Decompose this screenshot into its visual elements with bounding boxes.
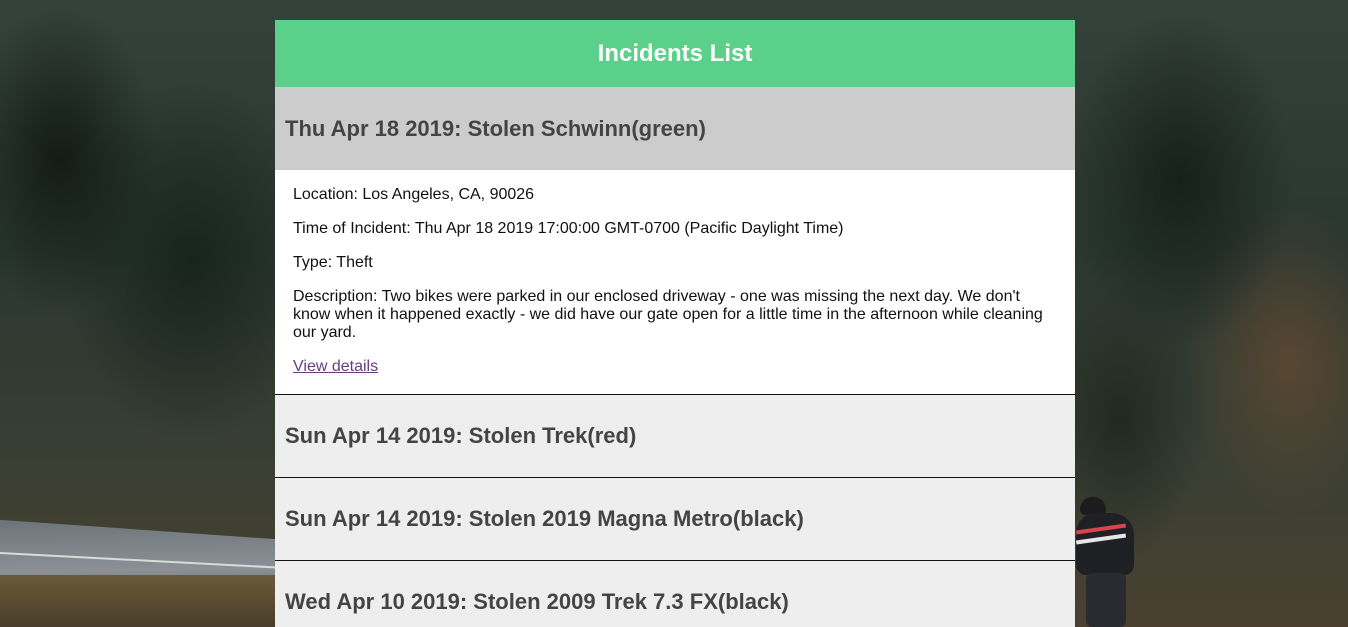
incident-header-2[interactable]: Sun Apr 14 2019: Stolen 2019 Magna Metro… xyxy=(275,477,1075,560)
incident-header-1[interactable]: Sun Apr 14 2019: Stolen Trek(red) xyxy=(275,394,1075,477)
grass-image-detail xyxy=(0,575,290,627)
cyclist-image-detail xyxy=(1075,495,1140,627)
incident-title: Wed Apr 10 2019: Stolen 2009 Trek 7.3 FX… xyxy=(285,589,789,614)
incidents-panel: Incidents List Thu Apr 18 2019: Stolen S… xyxy=(275,20,1075,627)
incident-details-0: Location: Los Angeles, CA, 90026 Time of… xyxy=(275,170,1075,394)
cyclist-torso xyxy=(1076,513,1134,575)
incident-type: Type: Theft xyxy=(293,254,373,271)
panel-header: Incidents List xyxy=(275,20,1075,87)
cyclist-legs xyxy=(1086,573,1126,627)
incident-header-3[interactable]: Wed Apr 10 2019: Stolen 2009 Trek 7.3 FX… xyxy=(275,560,1075,627)
view-details-link[interactable]: View details xyxy=(293,358,378,375)
incident-description: Description: Two bikes were parked in ou… xyxy=(293,288,1043,341)
incident-title: Thu Apr 18 2019: Stolen Schwinn(green) xyxy=(285,115,706,141)
incident-title: Sun Apr 14 2019: Stolen 2019 Magna Metro… xyxy=(285,506,804,531)
incident-time: Time of Incident: Thu Apr 18 2019 17:00:… xyxy=(293,220,844,237)
incident-title: Sun Apr 14 2019: Stolen Trek(red) xyxy=(285,423,637,448)
incident-header-0[interactable]: Thu Apr 18 2019: Stolen Schwinn(green) xyxy=(275,87,1075,170)
page-title: Incidents List xyxy=(597,39,753,67)
incident-location: Location: Los Angeles, CA, 90026 xyxy=(293,186,535,203)
